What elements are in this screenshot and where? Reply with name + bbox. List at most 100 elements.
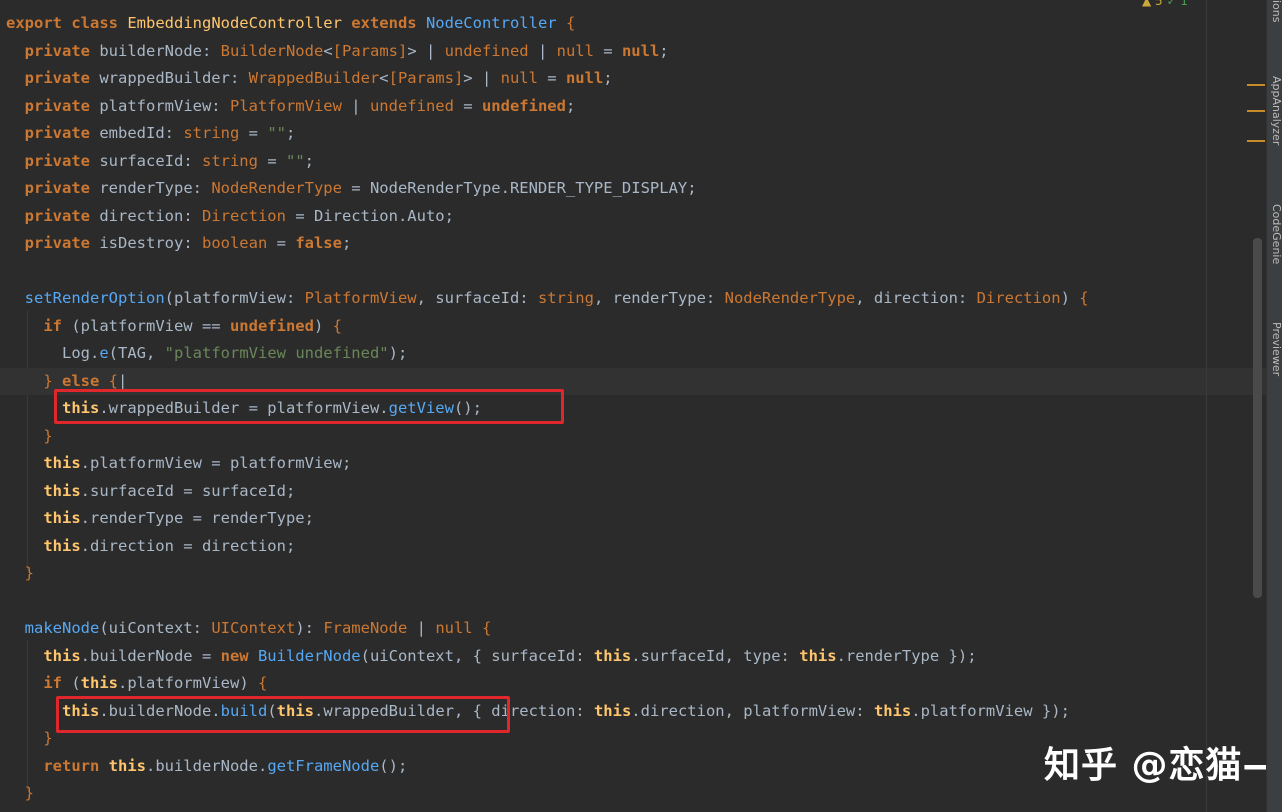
code-token: .platformView = platformView; bbox=[80, 454, 352, 472]
code-token: .platformView) bbox=[118, 674, 258, 692]
code-token: this bbox=[43, 509, 81, 527]
code-token: this bbox=[593, 701, 632, 720]
code-line[interactable]: private isDestroy: boolean = false; bbox=[6, 230, 1266, 258]
right-margin-guide bbox=[1206, 0, 1207, 812]
highlight-box-build bbox=[56, 696, 510, 733]
code-token: UIContext bbox=[211, 619, 296, 637]
code-token: private bbox=[24, 151, 100, 170]
code-token: (TAG, bbox=[108, 344, 165, 362]
code-token: ): bbox=[295, 619, 324, 637]
code-token: e bbox=[99, 344, 109, 362]
code-token: "" bbox=[285, 151, 305, 170]
code-line[interactable]: this.platformView = platformView; bbox=[6, 450, 1266, 478]
code-token: = Direction.Auto; bbox=[285, 206, 454, 225]
inspection-badges[interactable]: ▲ 5 ✓ 1 bbox=[1142, 0, 1188, 8]
warning-marker[interactable] bbox=[1247, 140, 1265, 142]
code-token: EmbeddingNodeController bbox=[127, 14, 342, 32]
code-token: extends bbox=[341, 14, 426, 32]
code-token: ; bbox=[341, 234, 352, 252]
code-token: string bbox=[537, 289, 594, 307]
tab-codegenie[interactable]: CodeGenie bbox=[1270, 204, 1282, 264]
code-token: (); bbox=[379, 756, 408, 775]
code-token: = NodeRenderType.RENDER_TYPE_DISPLAY; bbox=[341, 179, 697, 197]
code-token: Direction bbox=[201, 206, 286, 225]
code-token: direction: bbox=[99, 206, 202, 225]
code-line[interactable]: setRenderOption(platformView: PlatformVi… bbox=[6, 285, 1266, 313]
warning-marker[interactable] bbox=[1247, 84, 1265, 86]
code-line[interactable]: private direction: Direction = Direction… bbox=[6, 203, 1266, 231]
code-line[interactable]: private surfaceId: string = ""; bbox=[6, 148, 1266, 176]
code-line[interactable]: private wrappedBuilder: WrappedBuilder<[… bbox=[6, 65, 1266, 93]
vertical-scrollbar[interactable] bbox=[1253, 238, 1262, 598]
code-line[interactable]: export class EmbeddingNodeController ext… bbox=[6, 10, 1266, 38]
code-token: ( bbox=[71, 674, 81, 692]
code-token: this bbox=[43, 646, 81, 665]
check-count: ✓ 1 bbox=[1166, 0, 1189, 8]
code-token: { bbox=[472, 619, 492, 637]
code-token: surfaceId: bbox=[99, 151, 202, 170]
code-token: private bbox=[24, 179, 100, 197]
code-token: "" bbox=[267, 124, 286, 142]
code-token: = bbox=[267, 234, 296, 252]
code-token: (uiContext: bbox=[99, 619, 212, 637]
tab-appanalyzer[interactable]: AppAnalyzer bbox=[1270, 76, 1282, 145]
tab-previewer[interactable]: Previewer bbox=[1270, 322, 1282, 376]
code-token: ) bbox=[1060, 289, 1080, 307]
code-line[interactable]: if (platformView == undefined) { bbox=[6, 313, 1266, 341]
code-line[interactable]: if (this.platformView) { bbox=[6, 670, 1266, 698]
code-token: } bbox=[24, 564, 35, 582]
code-line[interactable]: } bbox=[6, 423, 1266, 451]
code-token: (platformView == bbox=[71, 316, 230, 335]
warning-count: ▲ 5 bbox=[1142, 0, 1163, 8]
code-token: this bbox=[108, 756, 146, 775]
code-line[interactable]: private embedId: string = ""; bbox=[6, 120, 1266, 148]
code-token: this bbox=[80, 674, 118, 692]
code-line[interactable]: private builderNode: BuilderNode<[Params… bbox=[6, 38, 1266, 66]
code-token: = bbox=[239, 124, 268, 142]
code-token: .renderType = renderType; bbox=[80, 509, 314, 527]
code-token: private bbox=[24, 234, 100, 252]
code-line[interactable]: Log.e(TAG, "platformView undefined"); bbox=[6, 340, 1266, 368]
code-line[interactable] bbox=[6, 588, 1266, 616]
code-line[interactable]: private platformView: PlatformView | und… bbox=[6, 93, 1266, 121]
code-line[interactable] bbox=[6, 258, 1266, 286]
code-token: > | bbox=[463, 69, 501, 87]
code-token: .builderNode. bbox=[145, 756, 268, 775]
code-token: wrappedBuilder: bbox=[99, 69, 249, 87]
code-line[interactable]: makeNode(uiContext: UIContext): FrameNod… bbox=[6, 615, 1266, 643]
code-token: else bbox=[62, 371, 109, 390]
code-line[interactable]: this.surfaceId = surfaceId; bbox=[6, 478, 1266, 506]
code-line[interactable]: private renderType: NodeRenderType = Nod… bbox=[6, 175, 1266, 203]
code-token: null bbox=[565, 69, 604, 87]
code-token: null bbox=[500, 69, 538, 87]
code-token: false bbox=[295, 234, 342, 252]
warning-marker[interactable] bbox=[1247, 110, 1265, 112]
code-line[interactable]: } bbox=[6, 560, 1266, 588]
code-token: PlatformView bbox=[304, 289, 417, 307]
code-token: this bbox=[873, 701, 912, 720]
code-token: .direction, platformView: bbox=[631, 701, 874, 720]
code-line[interactable]: this.direction = direction; bbox=[6, 533, 1266, 561]
code-token: ; bbox=[286, 124, 296, 142]
code-token: } bbox=[43, 426, 53, 445]
code-editor[interactable]: export class EmbeddingNodeController ext… bbox=[0, 0, 1266, 812]
code-token: .renderType }); bbox=[836, 646, 977, 665]
code-line[interactable]: this.builderNode = new BuilderNode(uiCon… bbox=[6, 643, 1266, 671]
code-token: (uiContext, { surfaceId: bbox=[360, 646, 594, 665]
code-line[interactable]: this.renderType = renderType; bbox=[6, 505, 1266, 533]
sidebar-top-label[interactable]: ions bbox=[1270, 0, 1282, 23]
code-token: string bbox=[201, 151, 258, 170]
